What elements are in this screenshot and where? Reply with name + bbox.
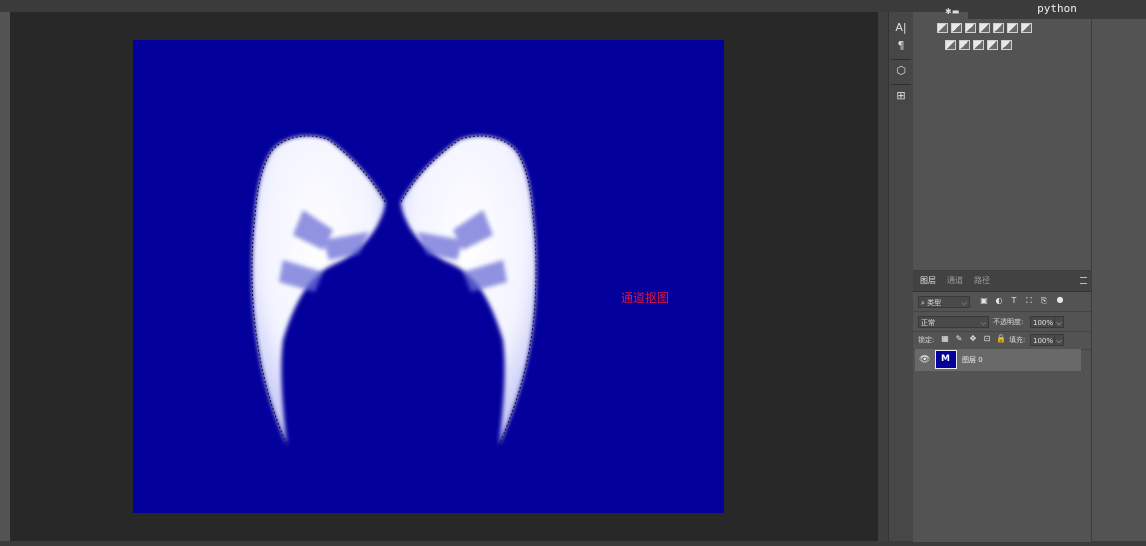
- divider: [891, 84, 911, 85]
- lock-row: 锁定: ▦ ✎ ✥ ⊡ 🔒 填充: 100% ⌵: [913, 331, 1091, 350]
- adjustments-row-1: [937, 23, 1032, 33]
- color-balance-icon[interactable]: [1021, 23, 1032, 33]
- shape-filter-icon[interactable]: ⛶: [1024, 296, 1034, 306]
- layers-panel: 图层 通道 路径 ⌕ 类型 ⌵ ▣ ◐ T ⛶ ⎘ ● 正常 ⌵ 不透明度: 1…: [913, 270, 1091, 542]
- filter-row: ⌕ 类型 ⌵ ▣ ◐ T ⛶ ⎘ ●: [913, 293, 1091, 312]
- tab-paths[interactable]: 路径: [974, 275, 990, 286]
- adjustment-filter-icon[interactable]: ◐: [994, 296, 1004, 305]
- layer-row[interactable]: 👁 M 图层 0: [915, 349, 1081, 371]
- adjustments-header-icon: ✱▬: [945, 7, 960, 16]
- hue-sat-icon[interactable]: [1007, 23, 1018, 33]
- chevron-down-icon: ⌵: [1056, 337, 1062, 345]
- chevron-down-icon: ⌵: [980, 319, 986, 327]
- posterize-icon[interactable]: [1001, 40, 1012, 50]
- divider: [891, 59, 911, 60]
- fill-label: 填充:: [1009, 336, 1026, 344]
- vibrance-icon[interactable]: [993, 23, 1004, 33]
- layers-panel-tabs: 图层 通道 路径: [913, 271, 1091, 292]
- tab-layers[interactable]: 图层: [920, 275, 936, 286]
- levels-icon[interactable]: [951, 23, 962, 33]
- left-wing: [252, 136, 385, 445]
- fill-value: 100%: [1033, 337, 1054, 345]
- lock-transparent-icon[interactable]: ▦: [940, 334, 950, 343]
- exposure-icon[interactable]: [979, 23, 990, 33]
- panel-menu-icon[interactable]: [1080, 277, 1087, 284]
- pixel-filter-icon[interactable]: ▣: [979, 296, 989, 305]
- photo-filter-icon[interactable]: [945, 40, 956, 50]
- left-edge: [0, 12, 10, 546]
- character-icon[interactable]: A|: [892, 20, 910, 36]
- lock-all-icon[interactable]: 🔒: [996, 334, 1006, 343]
- paragraph-icon[interactable]: ¶: [892, 38, 910, 54]
- wings-image: [251, 135, 537, 446]
- chevron-down-icon: ⌵: [1056, 319, 1062, 327]
- layer-name[interactable]: 图层 0: [962, 355, 983, 365]
- canvas-annotation: 通道抠图: [621, 291, 670, 305]
- type-filter-icon[interactable]: T: [1009, 296, 1019, 305]
- properties-icon[interactable]: ⊞: [892, 88, 910, 104]
- 3d-icon[interactable]: ⬡: [892, 63, 910, 79]
- search-icon: ⌕: [921, 299, 925, 307]
- layer-thumbnail: M: [935, 350, 957, 369]
- lock-pixels-icon[interactable]: ✎: [954, 334, 964, 343]
- channel-mixer-icon[interactable]: [959, 40, 970, 50]
- right-dock-column: [1091, 12, 1146, 541]
- smart-object-filter-icon[interactable]: ⎘: [1039, 296, 1049, 306]
- adjustments-row-2: [945, 40, 1012, 50]
- opacity-value: 100%: [1033, 319, 1054, 327]
- chevron-down-icon: ⌵: [961, 299, 967, 307]
- blend-mode-value: 正常: [921, 319, 935, 327]
- tab-channels[interactable]: 通道: [947, 275, 963, 286]
- blend-mode-select[interactable]: 正常 ⌵: [918, 316, 989, 328]
- collapsed-panel-icons: A| ¶ ⬡ ⊞: [888, 12, 914, 541]
- lock-label: 锁定:: [918, 336, 935, 344]
- panel-collapse-strip[interactable]: [878, 12, 888, 541]
- right-wing: [401, 136, 536, 445]
- lock-artboard-icon[interactable]: ⊡: [982, 334, 992, 343]
- opacity-dropdown[interactable]: ⌵: [1054, 316, 1064, 328]
- fill-dropdown[interactable]: ⌵: [1054, 334, 1064, 346]
- brightness-contrast-icon[interactable]: [937, 23, 948, 33]
- filter-toggle-icon[interactable]: ●: [1055, 295, 1065, 304]
- lock-position-icon[interactable]: ✥: [968, 334, 978, 343]
- filter-kind-select[interactable]: ⌕ 类型 ⌵: [918, 296, 970, 308]
- visibility-eye-icon[interactable]: 👁: [919, 355, 930, 365]
- blend-row: 正常 ⌵ 不透明度: 100% ⌵: [913, 313, 1091, 332]
- opacity-label: 不透明度:: [993, 318, 1024, 326]
- color-lookup-icon[interactable]: [973, 40, 984, 50]
- wings-thumbnail-icon: M: [941, 354, 950, 364]
- document-canvas[interactable]: [133, 40, 724, 513]
- curves-icon[interactable]: [965, 23, 976, 33]
- python-tag: python: [968, 0, 1146, 19]
- filter-kind-value: 类型: [927, 299, 942, 307]
- invert-icon[interactable]: [987, 40, 998, 50]
